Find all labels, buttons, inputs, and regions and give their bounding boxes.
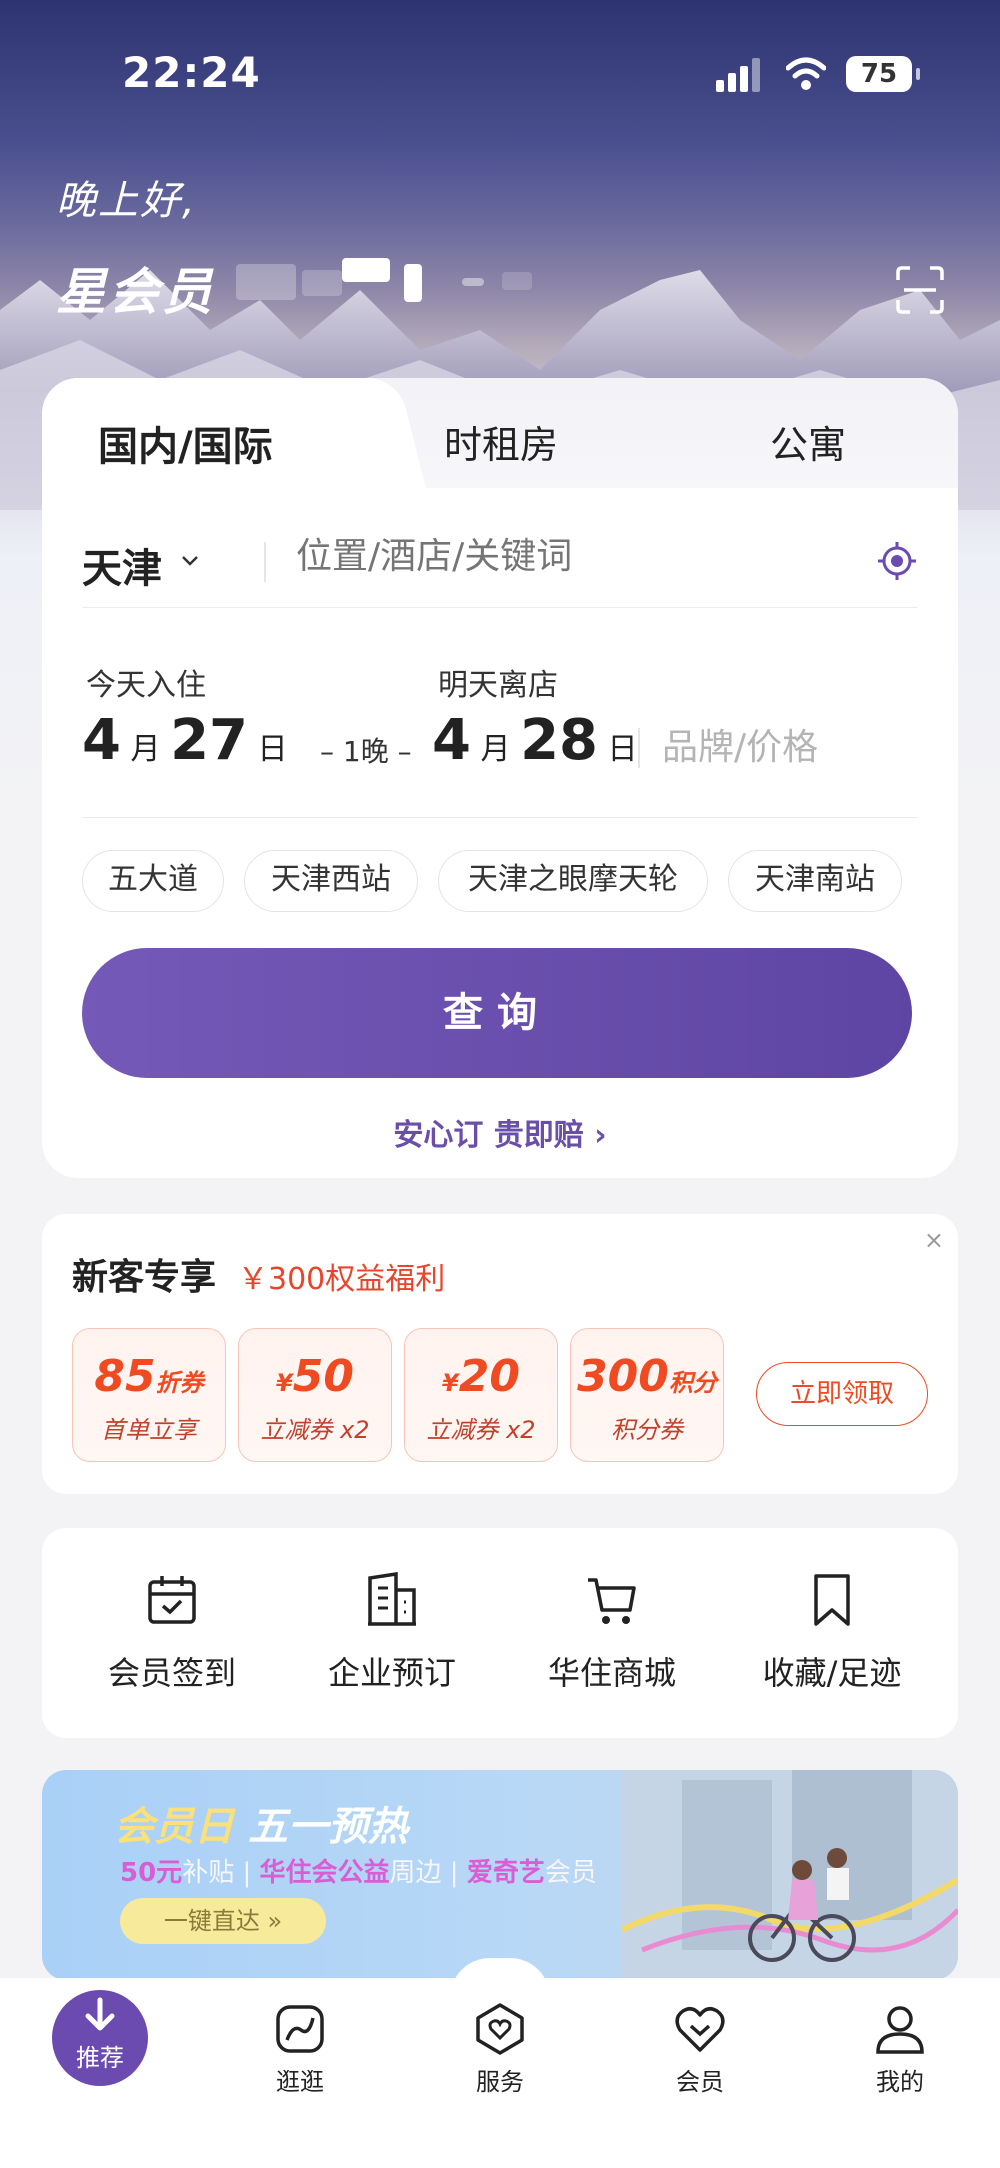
coupon-card[interactable]: 300积分 积分券 [570,1328,724,1462]
checkout-label: 明天离店 [438,668,558,703]
month-unit: 月 [130,732,161,767]
service-heart-icon [476,2003,524,2055]
booking-tabs: 国内/国际 时租房 公寓 [42,378,958,488]
quick-item-label: 华住商城 [547,1654,676,1692]
tab-domestic-international[interactable]: 国内/国际 [98,414,273,472]
nav-discover[interactable]: 逛逛 [240,2002,360,2097]
coupon-desc: 立减券 x2 [260,1416,370,1444]
search-button[interactable]: 查询 [82,948,912,1078]
coupon-value: ¥50 [276,1351,354,1402]
redacted-username [232,258,532,306]
wifi-icon [786,57,826,90]
nav-label: 我的 [876,2068,924,2096]
discover-icon [276,2005,324,2053]
coupon-desc: 积分券 [611,1416,683,1444]
quick-item-favorites[interactable]: 收藏/足迹 [722,1572,942,1694]
nav-label: 推荐 [76,2044,124,2072]
checkout-day: 28 [520,708,598,773]
promo-subtitle: ￥300权益福利 [238,1262,446,1297]
claim-button[interactable]: 立即领取 [756,1362,928,1426]
bookmark-icon [814,1574,850,1626]
nights-count: – 1晚 – [320,735,412,768]
tab-hourly-room[interactable]: 时租房 [444,414,558,469]
nav-label: 服务 [476,2068,524,2096]
checkin-date[interactable]: 4 月 27 日 [82,708,288,773]
promo-title: 新客专享 [72,1257,217,1298]
close-icon[interactable]: × [924,1226,944,1254]
quick-item-checkin[interactable]: 会员签到 [62,1572,282,1694]
nights-text: 1晚 [342,735,389,768]
status-time: 22:24 [122,48,261,97]
tab-apartment[interactable]: 公寓 [770,414,846,469]
hot-location-chips: 五大道 天津西站 天津之眼摩天轮 天津南站 [82,850,918,914]
nav-profile[interactable]: 我的 [840,2002,960,2097]
coupon-card[interactable]: 85折券 首单立享 [72,1328,226,1462]
quick-item-label: 会员签到 [107,1654,236,1692]
quick-item-corporate[interactable]: 企业预订 [282,1572,502,1694]
cellular-signal-icon [716,58,760,92]
checkout-date[interactable]: 4 月 28 日 [432,708,638,773]
location-chip[interactable]: 天津南站 [728,850,902,912]
location-target-icon[interactable] [876,540,918,582]
banner-go-button[interactable]: 一键直达 » [120,1898,326,1944]
coupon-desc: 立减券 x2 [426,1416,536,1444]
nav-service[interactable]: 服务 [440,2002,560,2097]
checkout-month: 4 [432,708,471,773]
coupon-value: 300积分 [577,1351,717,1402]
day-unit: 日 [607,732,638,767]
profile-icon [876,2006,924,2054]
checkin-label: 今天入住 [86,668,206,703]
month-unit: 月 [480,732,511,767]
date-selector[interactable]: 今天入住 明天离店 4 月 27 日 – 1晚 – 4 月 28 日 品牌/价格 [82,648,918,818]
scan-icon[interactable] [896,266,944,314]
coupon-value: 85折券 [94,1351,204,1402]
nav-recommend[interactable]: 推荐 [52,1990,148,2086]
location-chip[interactable]: 五大道 [82,850,224,912]
brand-price-filter[interactable]: 品牌/价格 [638,728,818,768]
nav-label: 逛逛 [276,2068,324,2096]
nav-member[interactable]: 会员 [640,2002,760,2097]
quick-item-mall[interactable]: 华住商城 [502,1572,722,1694]
coupon-value: ¥20 [442,1351,520,1402]
building-icon [368,1572,416,1626]
coupon-card[interactable]: ¥50 立减券 x2 [238,1328,392,1462]
checkin-month: 4 [82,708,121,773]
quick-item-label: 企业预订 [327,1654,456,1692]
coupon-card[interactable]: ¥20 立减券 x2 [404,1328,558,1462]
chevron-down-icon[interactable] [180,554,200,568]
cyclists-illustration [622,1770,958,1980]
status-bar: 22:24 75 [0,0,1000,150]
city-selector[interactable]: 天津 [82,536,162,594]
greeting-text: 晚上好, [56,178,197,224]
banner-subtitle: 50元补贴 | 华住会公益周边 | 爱奇艺会员 [120,1858,597,1888]
battery-indicator: 75 [846,56,920,92]
quick-menu: 会员签到 企业预订 华住商城 收藏/足迹 [42,1528,958,1738]
location-chip[interactable]: 天津之眼摩天轮 [438,850,708,912]
checkin-day: 27 [170,708,248,773]
divider [264,542,266,582]
coupon-desc: 首单立享 [101,1416,197,1444]
price-guarantee-link[interactable]: 安心订 贵即赔 › [42,1110,958,1154]
destination-search-row: 天津 [82,528,918,608]
cart-icon [588,1578,636,1624]
search-input[interactable] [296,536,856,577]
download-arrow-icon [85,1997,115,2031]
member-day-banner[interactable]: 会员日 五一预热 50元补贴 | 华住会公益周边 | 爱奇艺会员 一键直达 » [42,1770,958,1980]
member-heart-icon [675,2007,725,2052]
banner-title: 会员日 五一预热 [114,1804,408,1850]
bottom-navigation: 推荐 逛逛 服务 会员 我的 [0,1978,1000,2168]
member-level: 星会员 [56,263,215,321]
hotel-booking-card: 国内/国际 时租房 公寓 天津 今天入住 明天离店 4 月 27 日 – 1晚 … [42,378,958,1178]
quick-item-label: 收藏/足迹 [762,1654,902,1692]
calendar-check-icon [148,1576,196,1624]
new-customer-promo-card: 新客专享 ￥300权益福利 × 85折券 首单立享 ¥50 立减券 x2 ¥20… [42,1214,958,1494]
location-chip[interactable]: 天津西站 [244,850,418,912]
nav-label: 会员 [676,2068,724,2096]
day-unit: 日 [257,732,288,767]
